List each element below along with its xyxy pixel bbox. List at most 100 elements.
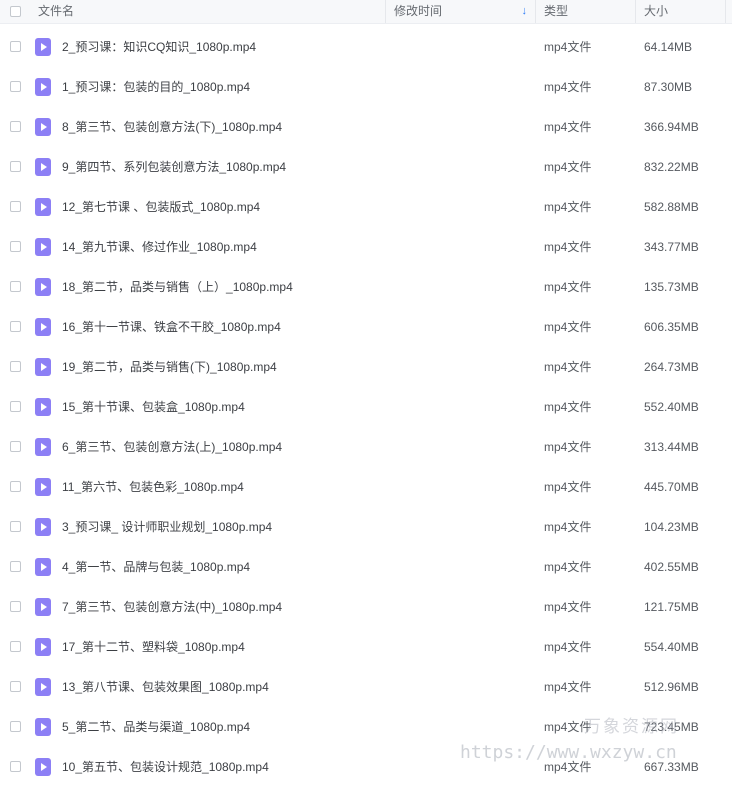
file-name[interactable]: 4_第一节、品牌与包装_1080p.mp4 <box>62 547 250 587</box>
row-checkbox[interactable] <box>10 481 21 492</box>
file-size: 445.70MB <box>644 480 699 494</box>
file-size: 402.55MB <box>644 560 699 574</box>
file-name[interactable]: 7_第三节、包装创意方法(中)_1080p.mp4 <box>62 587 282 627</box>
file-type: mp4文件 <box>544 280 592 294</box>
table-row[interactable]: 17_第十二节、塑料袋_1080p.mp4 mp4文件 554.40MB <box>0 627 732 667</box>
table-row[interactable]: 3_预习课_ 设计师职业规划_1080p.mp4 mp4文件 104.23MB <box>0 507 732 547</box>
row-checkbox[interactable] <box>10 441 21 452</box>
file-name[interactable]: 17_第十二节、塑料袋_1080p.mp4 <box>62 627 245 667</box>
file-type: mp4文件 <box>544 680 592 694</box>
row-checkbox[interactable] <box>10 321 21 332</box>
column-header-type[interactable]: 类型 <box>536 0 636 23</box>
table-row[interactable]: 13_第八节课、包装效果图_1080p.mp4 mp4文件 512.96MB <box>0 667 732 707</box>
row-checkbox[interactable] <box>10 121 21 132</box>
column-header-name[interactable]: 文件名 <box>0 0 386 23</box>
file-name[interactable]: 12_第七节课 、包装版式_1080p.mp4 <box>62 187 260 227</box>
row-checkbox[interactable] <box>10 201 21 212</box>
row-checkbox[interactable] <box>10 241 21 252</box>
sort-desc-icon[interactable]: ↓ <box>522 0 528 23</box>
file-name[interactable]: 13_第八节课、包装效果图_1080p.mp4 <box>62 667 269 707</box>
video-file-icon <box>35 78 51 96</box>
file-name[interactable]: 16_第十一节课、铁盒不干胶_1080p.mp4 <box>62 307 281 347</box>
row-checkbox[interactable] <box>10 721 21 732</box>
row-checkbox[interactable] <box>10 681 21 692</box>
file-size: 512.96MB <box>644 680 699 694</box>
column-header-size[interactable]: 大小 <box>636 0 726 23</box>
file-size: 343.77MB <box>644 240 699 254</box>
file-size: 135.73MB <box>644 280 699 294</box>
column-header-name-label: 文件名 <box>38 4 75 18</box>
column-header-time-label: 修改时间 <box>394 4 443 18</box>
row-checkbox[interactable] <box>10 161 21 172</box>
file-name[interactable]: 6_第三节、包装创意方法(上)_1080p.mp4 <box>62 427 282 467</box>
file-name[interactable]: 2_预习课：知识CQ知识_1080p.mp4 <box>62 27 256 67</box>
row-checkbox[interactable] <box>10 81 21 92</box>
video-file-icon <box>35 718 51 736</box>
video-file-icon <box>35 518 51 536</box>
file-size: 366.94MB <box>644 120 699 134</box>
file-type: mp4文件 <box>544 200 592 214</box>
file-name[interactable]: 19_第二节，品类与销售(下)_1080p.mp4 <box>62 347 277 387</box>
file-name[interactable]: 9_第四节、系列包装创意方法_1080p.mp4 <box>62 147 286 187</box>
table-row[interactable]: 11_第六节、包装色彩_1080p.mp4 mp4文件 445.70MB <box>0 467 732 507</box>
table-row[interactable]: 16_第十一节课、铁盒不干胶_1080p.mp4 mp4文件 606.35MB <box>0 307 732 347</box>
video-file-icon <box>35 358 51 376</box>
file-type: mp4文件 <box>544 360 592 374</box>
file-name[interactable]: 10_第五节、包装设计规范_1080p.mp4 <box>62 747 269 786</box>
file-name[interactable]: 8_第三节、包装创意方法(下)_1080p.mp4 <box>62 107 282 147</box>
file-size: 552.40MB <box>644 400 699 414</box>
file-type: mp4文件 <box>544 320 592 334</box>
video-file-icon <box>35 118 51 136</box>
table-row[interactable]: 15_第十节课、包装盒_1080p.mp4 mp4文件 552.40MB <box>0 387 732 427</box>
table-row[interactable]: 9_第四节、系列包装创意方法_1080p.mp4 mp4文件 832.22MB <box>0 147 732 187</box>
column-header-type-label: 类型 <box>544 4 569 18</box>
video-file-icon <box>35 158 51 176</box>
row-checkbox[interactable] <box>10 641 21 652</box>
file-type: mp4文件 <box>544 640 592 654</box>
row-checkbox[interactable] <box>10 401 21 412</box>
table-row[interactable]: 4_第一节、品牌与包装_1080p.mp4 mp4文件 402.55MB <box>0 547 732 587</box>
file-size: 264.73MB <box>644 360 699 374</box>
video-file-icon <box>35 318 51 336</box>
video-file-icon <box>35 558 51 576</box>
file-type: mp4文件 <box>544 240 592 254</box>
table-row[interactable]: 8_第三节、包装创意方法(下)_1080p.mp4 mp4文件 366.94MB <box>0 107 732 147</box>
file-name[interactable]: 14_第九节课、修过作业_1080p.mp4 <box>62 227 257 267</box>
table-row[interactable]: 6_第三节、包装创意方法(上)_1080p.mp4 mp4文件 313.44MB <box>0 427 732 467</box>
row-checkbox[interactable] <box>10 561 21 572</box>
row-checkbox[interactable] <box>10 281 21 292</box>
row-checkbox[interactable] <box>10 601 21 612</box>
file-type: mp4文件 <box>544 160 592 174</box>
table-row[interactable]: 1_预习课：包装的目的_1080p.mp4 mp4文件 87.30MB <box>0 67 732 107</box>
column-header-size-label: 大小 <box>644 4 669 18</box>
file-type: mp4文件 <box>544 520 592 534</box>
row-checkbox[interactable] <box>10 761 21 772</box>
table-row[interactable]: 18_第二节，品类与销售（上）_1080p.mp4 mp4文件 135.73MB <box>0 267 732 307</box>
table-header: 文件名 修改时间 ↓ 类型 大小 <box>0 0 732 24</box>
file-name[interactable]: 18_第二节，品类与销售（上）_1080p.mp4 <box>62 267 293 307</box>
table-row[interactable]: 7_第三节、包装创意方法(中)_1080p.mp4 mp4文件 121.75MB <box>0 587 732 627</box>
file-name[interactable]: 11_第六节、包装色彩_1080p.mp4 <box>62 467 244 507</box>
file-size: 64.14MB <box>644 40 693 54</box>
watermark-logo: 万象资源网 <box>584 717 679 736</box>
file-list: 2_预习课：知识CQ知识_1080p.mp4 mp4文件 64.14MB 1_预习课：… <box>0 27 732 786</box>
video-file-icon <box>35 238 51 256</box>
file-size: 832.22MB <box>644 160 699 174</box>
file-type: mp4文件 <box>544 440 592 454</box>
row-checkbox[interactable] <box>10 41 21 52</box>
file-name[interactable]: 1_预习课：包装的目的_1080p.mp4 <box>62 67 250 107</box>
table-row[interactable]: 2_预习课：知识CQ知识_1080p.mp4 mp4文件 64.14MB <box>0 27 732 67</box>
row-checkbox[interactable] <box>10 521 21 532</box>
column-header-time[interactable]: 修改时间 ↓ <box>386 0 536 23</box>
file-size: 87.30MB <box>644 80 693 94</box>
table-row[interactable]: 12_第七节课 、包装版式_1080p.mp4 mp4文件 582.88MB <box>0 187 732 227</box>
file-type: mp4文件 <box>544 120 592 134</box>
table-row[interactable]: 14_第九节课、修过作业_1080p.mp4 mp4文件 343.77MB <box>0 227 732 267</box>
file-name[interactable]: 15_第十节课、包装盒_1080p.mp4 <box>62 387 245 427</box>
file-name[interactable]: 5_第二节、品类与渠道_1080p.mp4 <box>62 707 250 747</box>
file-size: 104.23MB <box>644 520 699 534</box>
video-file-icon <box>35 198 51 216</box>
row-checkbox[interactable] <box>10 361 21 372</box>
table-row[interactable]: 19_第二节，品类与销售(下)_1080p.mp4 mp4文件 264.73MB <box>0 347 732 387</box>
file-name[interactable]: 3_预习课_ 设计师职业规划_1080p.mp4 <box>62 507 272 547</box>
